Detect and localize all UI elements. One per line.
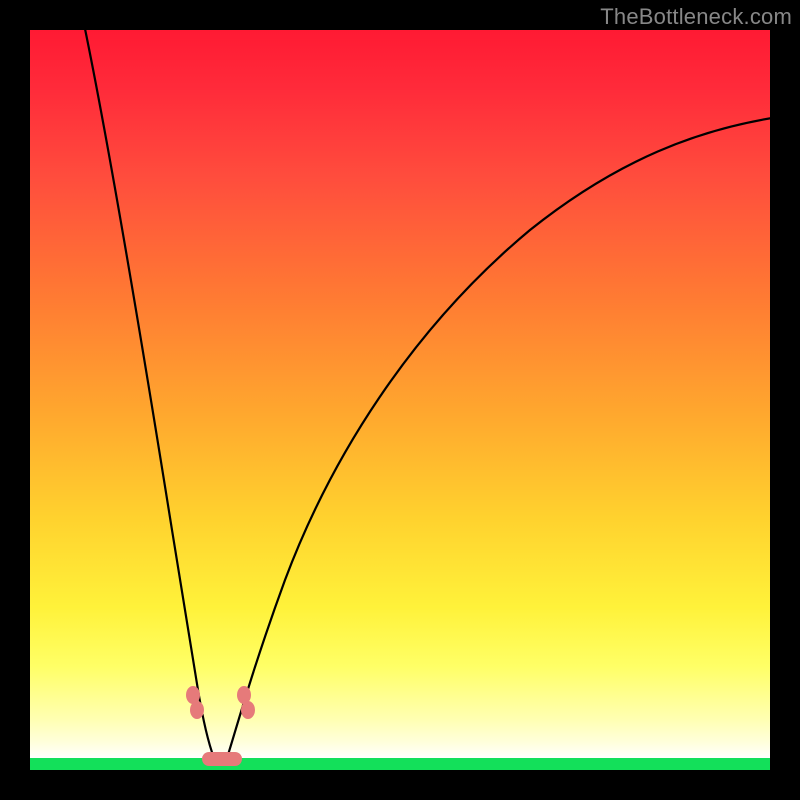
watermark-text: TheBottleneck.com [600, 4, 792, 30]
marker-left-pair [186, 686, 204, 719]
marker-bottom-bar [202, 752, 242, 766]
curve-right-branch [227, 118, 772, 758]
curve-left-branch [84, 24, 214, 758]
curve-layer [30, 30, 770, 770]
plot-area [30, 30, 770, 770]
outer-frame: TheBottleneck.com [0, 0, 800, 800]
